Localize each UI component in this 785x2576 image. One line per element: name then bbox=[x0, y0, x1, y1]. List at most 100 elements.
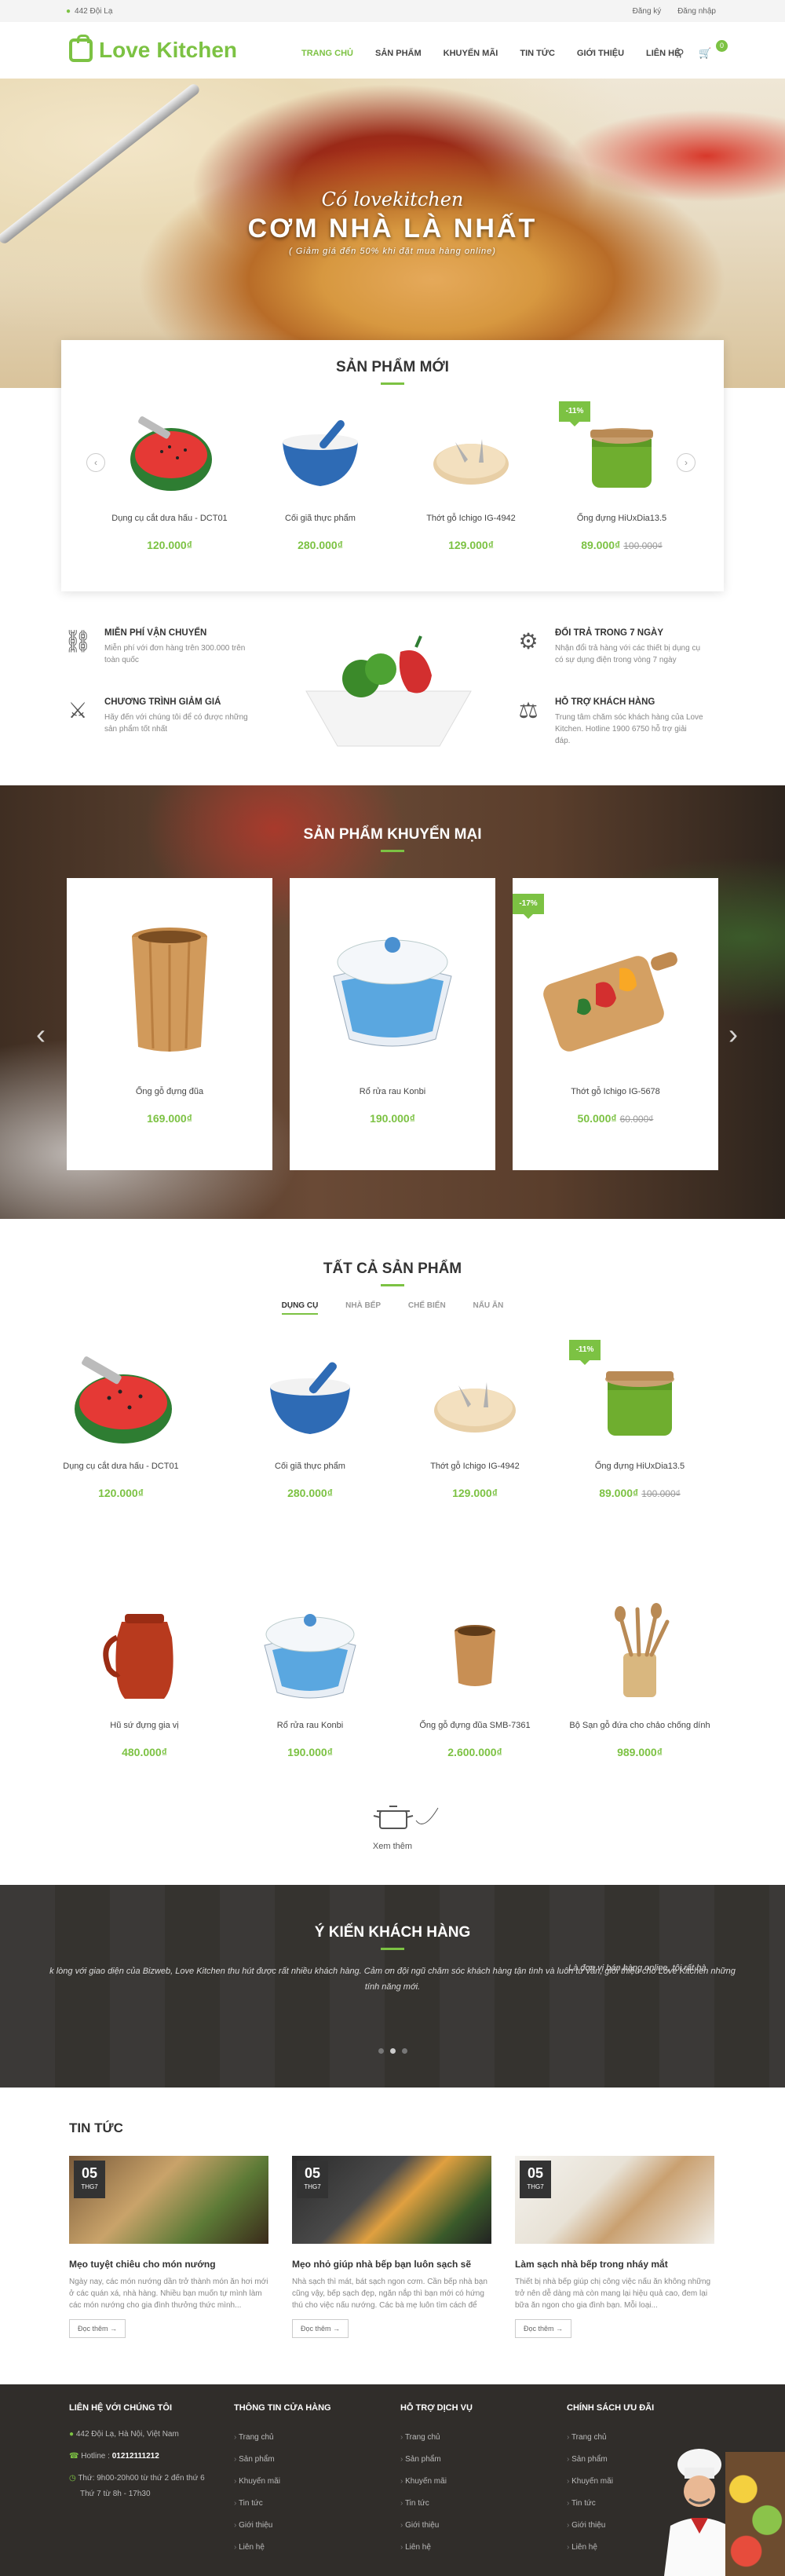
product-name[interactable]: Ống đựng HiUxDia13.5 bbox=[551, 513, 692, 525]
testimonials-title: Ý KIẾN KHÁCH HÀNG bbox=[314, 1924, 471, 1941]
prev-arrow-icon[interactable]: ‹ bbox=[36, 1018, 46, 1051]
product-card[interactable]: Cối giã thực phẩm 280.000₫ bbox=[250, 411, 391, 551]
footer-link[interactable]: Liên hệ bbox=[400, 2537, 473, 2559]
news-headline[interactable]: Mẹo tuyệt chiêu cho món nướng bbox=[69, 2258, 268, 2271]
nav-item-contact[interactable]: LIÊN HỆ bbox=[646, 49, 680, 58]
news-headline[interactable]: Làm sạch nhà bếp trong nháy mắt bbox=[515, 2258, 714, 2271]
footer-link[interactable]: Liên hệ bbox=[234, 2537, 331, 2559]
footer-link[interactable]: Khuyến mãi bbox=[234, 2471, 331, 2493]
product-name[interactable]: Thớt gỗ Ichigo IG-4942 bbox=[400, 513, 542, 525]
product-name[interactable]: Rổ rửa rau Konbi bbox=[290, 1086, 495, 1098]
clock-icon: ◷ bbox=[69, 2474, 78, 2483]
tab-kitchen[interactable]: NHÀ BẾP bbox=[345, 1301, 381, 1310]
product-card[interactable]: -17% Thớt gỗ Ichigo IG-5678 50.000₫ 60.00… bbox=[513, 878, 718, 1170]
scale-icon: ⚖ bbox=[518, 698, 539, 723]
product-card[interactable]: Hũ sứ đựng gia vị 480.000₫ bbox=[74, 1598, 215, 1758]
nav-item-promotions[interactable]: KHUYẾN MÃI bbox=[444, 49, 498, 58]
news-title: TIN TỨC bbox=[69, 2120, 123, 2135]
title-underline bbox=[381, 1284, 404, 1286]
search-icon[interactable]: ⚲ bbox=[677, 47, 685, 60]
salad-spinner-image bbox=[255, 1598, 365, 1704]
product-price: 190.000₫ bbox=[287, 1746, 333, 1758]
tab-cooking[interactable]: NẤU ĂN bbox=[473, 1301, 503, 1310]
product-name[interactable]: Dụng cụ cắt dưa hấu - DCT01 bbox=[99, 513, 240, 525]
product-card[interactable]: Rổ rửa rau Konbi 190.000₫ bbox=[239, 1598, 381, 1758]
product-card[interactable]: Ống gỗ đựng đũa SMB-7361 2.600.000₫ bbox=[404, 1598, 546, 1758]
nav-item-about[interactable]: GIỚI THIỆU bbox=[577, 49, 624, 58]
product-card[interactable]: Ống gỗ đựng đũa 169.000₫ bbox=[67, 878, 272, 1170]
top-bar: ● 442 Đội Lạ Đăng ký Đăng nhập bbox=[0, 0, 785, 22]
product-card[interactable]: -11% Ống đựng HiUxDia13.5 89.000₫ 100.000… bbox=[569, 1340, 710, 1499]
product-card[interactable]: Bộ Sạn gỗ đứa cho chảo chống dính 989.00… bbox=[569, 1598, 710, 1758]
product-card[interactable]: -11% Ống đựng HiUxDia13.5 89.000₫ 100.000… bbox=[551, 401, 692, 551]
read-more-button[interactable]: Đọc thêm → bbox=[69, 2319, 126, 2338]
carousel-dot[interactable] bbox=[402, 2048, 407, 2054]
product-card[interactable]: Dụng cụ cắt dưa hấu - DCT01 120.000₫ bbox=[50, 1351, 192, 1499]
carousel-dot[interactable] bbox=[390, 2048, 396, 2054]
news-headline[interactable]: Mẹo nhỏ giúp nhà bếp bạn luôn sạch sẽ bbox=[292, 2258, 491, 2271]
product-name[interactable]: Thớt gỗ Ichigo IG-5678 bbox=[513, 1086, 718, 1098]
next-arrow-icon[interactable]: › bbox=[728, 1018, 738, 1051]
footer-link[interactable]: Liên hệ bbox=[567, 2537, 654, 2559]
news-date: 05 THG7 bbox=[297, 2161, 328, 2198]
product-price: 50.000₫ 60.000₫ bbox=[577, 1112, 654, 1125]
login-link[interactable]: Đăng nhập bbox=[677, 7, 716, 16]
footer-link[interactable]: Khuyến mãi bbox=[567, 2471, 654, 2493]
footer-link[interactable]: Tin tức bbox=[234, 2493, 331, 2515]
product-price: 989.000₫ bbox=[617, 1746, 663, 1758]
view-more-button[interactable]: Xem thêm bbox=[345, 1800, 440, 1851]
product-card[interactable]: Rổ rửa rau Konbi 190.000₫ bbox=[290, 878, 495, 1170]
nav-item-news[interactable]: TIN TỨC bbox=[520, 49, 555, 58]
product-card[interactable]: Cối giã thực phẩm 280.000₫ bbox=[239, 1351, 381, 1499]
product-name[interactable]: Dụng cụ cắt dưa hấu - DCT01 bbox=[50, 1461, 192, 1473]
footer-link[interactable]: Trang chủ bbox=[234, 2427, 331, 2449]
product-name[interactable]: Rổ rửa rau Konbi bbox=[239, 1720, 381, 1732]
product-name[interactable]: Hũ sứ đựng gia vị bbox=[74, 1720, 215, 1732]
phone-icon: ☎ bbox=[69, 2452, 82, 2461]
footer-link[interactable]: Trang chủ bbox=[567, 2427, 654, 2449]
news-image[interactable]: 05 THG7 bbox=[515, 2156, 714, 2244]
product-name[interactable]: Cối giã thực phẩm bbox=[239, 1461, 381, 1473]
product-price: 480.000₫ bbox=[122, 1746, 167, 1758]
footer-offers-policy: CHÍNH SÁCH ƯU ĐÃI Trang chủ Sản phẩm Khu… bbox=[567, 2403, 654, 2559]
new-products-section: SẢN PHẨM MỚI ‹ › Dụng cụ cắt dưa hấu - D… bbox=[61, 340, 724, 591]
tab-tools[interactable]: DỤNG CỤ bbox=[281, 1301, 319, 1315]
mixer-icon: ⚙ bbox=[518, 629, 539, 653]
green-canister-image bbox=[575, 411, 669, 497]
logo[interactable]: Love Kitchen bbox=[69, 35, 237, 64]
cart-icon[interactable]: 🛒 0 bbox=[699, 40, 728, 60]
footer-link[interactable]: Tin tức bbox=[567, 2493, 654, 2515]
footer-link[interactable]: Sản phẩm bbox=[234, 2449, 331, 2471]
footer-link[interactable]: Giới thiệu bbox=[400, 2515, 473, 2537]
product-card[interactable]: Thớt gỗ Ichigo IG-4942 129.000₫ bbox=[400, 411, 542, 551]
pot-icon bbox=[373, 1806, 439, 1829]
news-image[interactable]: 05 THG7 bbox=[292, 2156, 491, 2244]
carousel-dot[interactable] bbox=[378, 2048, 384, 2054]
hero-title: CƠM NHÀ LÀ NHẤT bbox=[247, 214, 538, 243]
footer-link[interactable]: Sản phẩm bbox=[567, 2449, 654, 2471]
tab-processing[interactable]: CHẾ BIẾN bbox=[408, 1301, 446, 1310]
footer-link[interactable]: Giới thiệu bbox=[567, 2515, 654, 2537]
news-date: 05 THG7 bbox=[520, 2161, 551, 2198]
product-name[interactable]: Bộ Sạn gỗ đứa cho chảo chống dính bbox=[569, 1720, 710, 1732]
product-price: 190.000₫ bbox=[370, 1112, 415, 1125]
product-card[interactable]: Thớt gỗ Ichigo IG-4942 129.000₫ bbox=[404, 1351, 546, 1499]
footer-link[interactable]: Tin tức bbox=[400, 2493, 473, 2515]
product-name[interactable]: Ống gỗ đựng đũa SMB-7361 bbox=[404, 1720, 546, 1732]
register-link[interactable]: Đăng ký bbox=[633, 7, 662, 16]
product-name[interactable]: Cối giã thực phẩm bbox=[250, 513, 391, 525]
read-more-button[interactable]: Đọc thêm → bbox=[292, 2319, 349, 2338]
news-image[interactable]: 05 THG7 bbox=[69, 2156, 268, 2244]
footer-link[interactable]: Giới thiệu bbox=[234, 2515, 331, 2537]
product-name[interactable]: Ống gỗ đựng đũa bbox=[67, 1086, 272, 1098]
nav-item-products[interactable]: SẢN PHẨM bbox=[375, 49, 422, 58]
product-name[interactable]: Ống đựng HiUxDia13.5 bbox=[569, 1461, 710, 1473]
read-more-button[interactable]: Đọc thêm → bbox=[515, 2319, 572, 2338]
nav-item-home[interactable]: TRANG CHỦ bbox=[301, 49, 353, 58]
main-nav: TRANG CHỦ SẢN PHẨM KHUYẾN MÃI TIN TỨC GI… bbox=[301, 49, 702, 58]
product-name[interactable]: Thớt gỗ Ichigo IG-4942 bbox=[404, 1461, 546, 1473]
footer-link[interactable]: Sản phẩm bbox=[400, 2449, 473, 2471]
product-card[interactable]: Dụng cụ cắt dưa hấu - DCT01 120.000₫ bbox=[99, 411, 240, 551]
footer-link[interactable]: Khuyến mãi bbox=[400, 2471, 473, 2493]
footer-link[interactable]: Trang chủ bbox=[400, 2427, 473, 2449]
